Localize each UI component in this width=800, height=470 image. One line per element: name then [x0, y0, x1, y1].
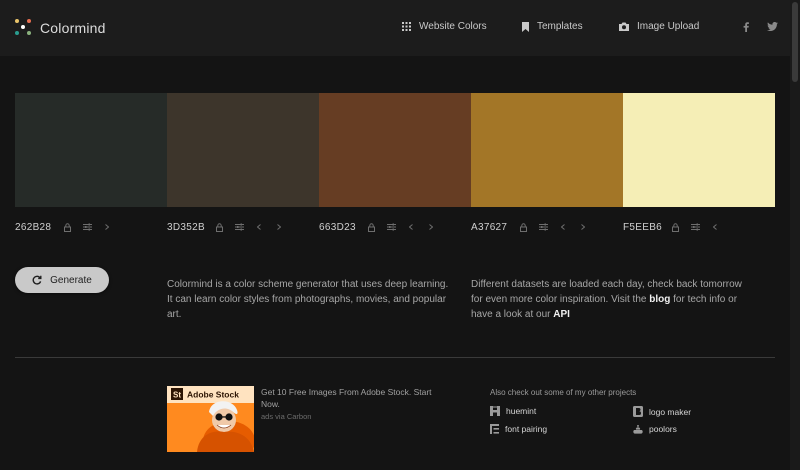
- hex-code[interactable]: 3D352B: [167, 222, 214, 233]
- palette: [15, 93, 775, 207]
- project-label: poolors: [649, 424, 677, 434]
- ad-image[interactable]: St Adobe Stock: [167, 386, 254, 452]
- ad-photo: St Adobe Stock: [167, 386, 254, 452]
- swatch[interactable]: [319, 93, 471, 207]
- facebook-icon[interactable]: [743, 22, 749, 32]
- swatch-controls: 663D23: [319, 221, 446, 233]
- chevron-right-icon[interactable]: [274, 221, 284, 233]
- projects-title: Also check out some of my other projects: [490, 388, 637, 397]
- swatch-controls: 3D352B: [167, 221, 294, 233]
- adjust-icon[interactable]: [82, 221, 92, 233]
- ad-text[interactable]: Get 10 Free Images From Adobe Stock. Sta…: [261, 386, 441, 410]
- nav-link-website-colors[interactable]: Website Colors: [402, 21, 487, 32]
- swatch-controls: A37627: [471, 221, 598, 233]
- adjust-icon[interactable]: [234, 221, 244, 233]
- swatch[interactable]: [471, 93, 623, 207]
- generate-button[interactable]: Generate: [15, 267, 109, 293]
- huemint-icon: [490, 406, 500, 416]
- grid-icon: [402, 22, 411, 31]
- swatch-controls: F5EEB6: [623, 221, 730, 233]
- navbar: Colormind Website Colors Templates Image…: [0, 0, 790, 56]
- scrollbar[interactable]: [790, 0, 800, 470]
- lock-icon[interactable]: [366, 221, 376, 233]
- ad-badge: St: [173, 391, 181, 400]
- poolors-icon: [633, 424, 643, 434]
- refresh-icon: [32, 275, 42, 285]
- nav-link-label: Website Colors: [419, 21, 487, 32]
- generate-label: Generate: [50, 274, 92, 286]
- swatch[interactable]: [167, 93, 319, 207]
- font-pairing-icon: [490, 424, 499, 434]
- lock-icon[interactable]: [518, 221, 528, 233]
- adjust-icon[interactable]: [538, 221, 548, 233]
- nav-link-label: Templates: [537, 21, 583, 32]
- project-link-font-pairing[interactable]: font pairing: [490, 424, 547, 434]
- chevron-left-icon[interactable]: [254, 221, 264, 233]
- datasets-text: Different datasets are loaded each day, …: [471, 277, 751, 322]
- nav-link-label: Image Upload: [637, 21, 700, 32]
- adjust-icon[interactable]: [386, 221, 396, 233]
- project-label: font pairing: [505, 424, 548, 434]
- adjust-icon[interactable]: [690, 221, 700, 233]
- nav-link-image-upload[interactable]: Image Upload: [619, 21, 699, 32]
- lock-icon[interactable]: [670, 221, 680, 233]
- ad-via[interactable]: ads via Carbon: [261, 412, 311, 421]
- divider: [15, 357, 775, 358]
- project-link-logo-maker[interactable]: logo maker: [633, 406, 691, 417]
- lock-icon[interactable]: [214, 221, 224, 233]
- bookmark-icon: [522, 21, 529, 32]
- hex-code[interactable]: 262B28: [15, 222, 62, 233]
- nav-link-templates[interactable]: Templates: [522, 21, 583, 32]
- project-label: logo maker: [649, 406, 692, 417]
- logo-maker-icon: [633, 406, 643, 417]
- hex-code[interactable]: A37627: [471, 222, 518, 233]
- lock-icon[interactable]: [62, 221, 72, 233]
- project-link-huemint[interactable]: huemint: [490, 406, 536, 416]
- chevron-left-icon[interactable]: [710, 221, 720, 233]
- chevron-right-icon[interactable]: [426, 221, 436, 233]
- hex-code[interactable]: F5EEB6: [623, 222, 670, 233]
- chevron-left-icon[interactable]: [406, 221, 416, 233]
- swatch[interactable]: [623, 93, 775, 207]
- chevron-left-icon[interactable]: [558, 221, 568, 233]
- swatch[interactable]: [15, 93, 167, 207]
- ad-brand: Adobe Stock: [187, 390, 239, 400]
- chevron-right-icon[interactable]: [578, 221, 588, 233]
- blog-link[interactable]: blog: [649, 294, 670, 305]
- project-label: huemint: [506, 406, 537, 416]
- twitter-icon[interactable]: [767, 22, 778, 31]
- project-link-poolors[interactable]: poolors: [633, 424, 677, 434]
- camera-icon: [619, 22, 629, 31]
- about-text: Colormind is a color scheme generator th…: [167, 279, 449, 320]
- api-link[interactable]: API: [553, 309, 570, 320]
- chevron-right-icon[interactable]: [102, 221, 112, 233]
- swatch-controls: 262B28: [15, 221, 122, 233]
- scrollbar-thumb[interactable]: [792, 2, 798, 82]
- hex-code[interactable]: 663D23: [319, 222, 366, 233]
